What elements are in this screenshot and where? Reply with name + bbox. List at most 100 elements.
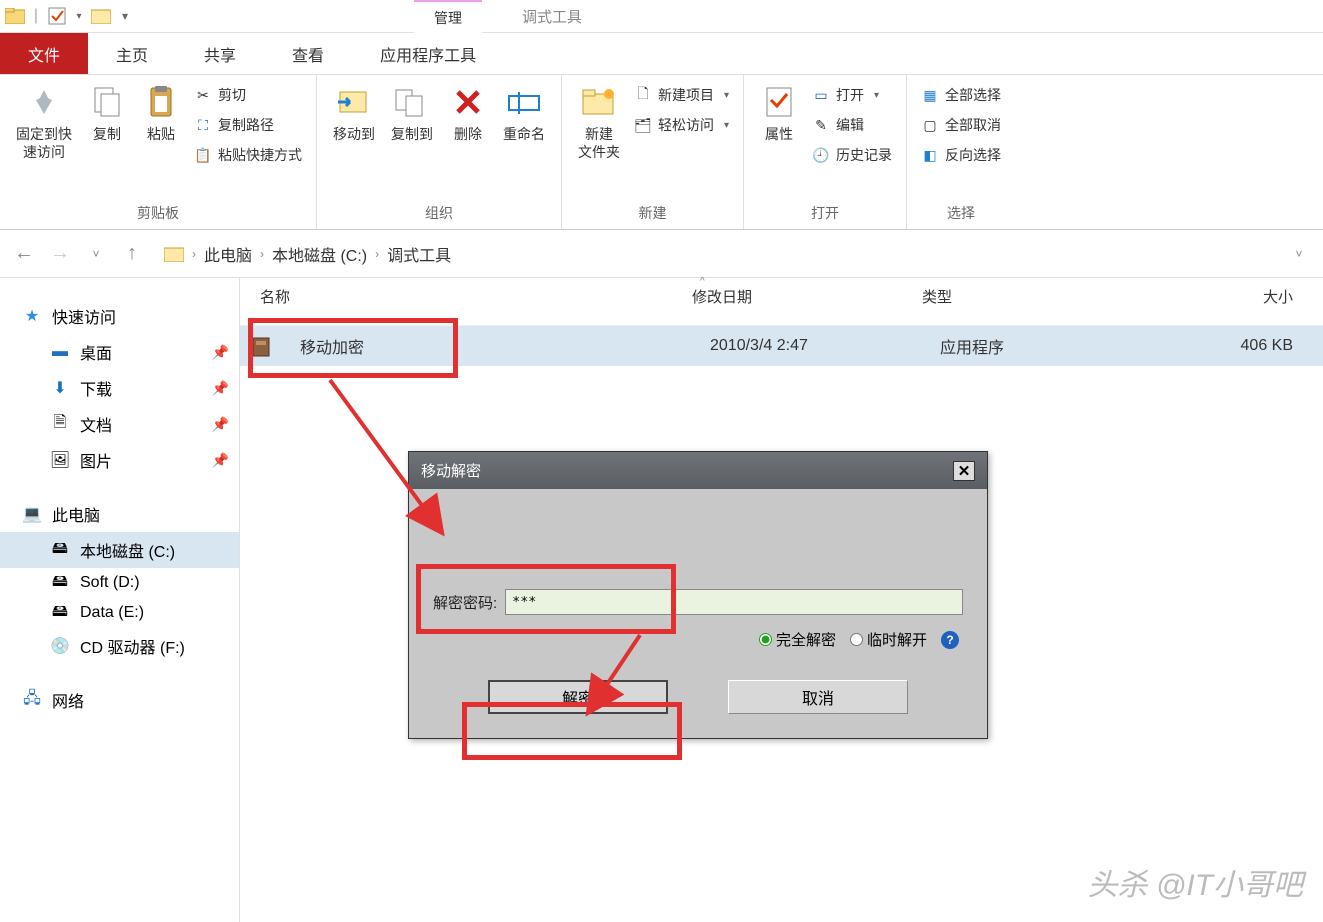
chevron-right-icon[interactable]: › (192, 247, 196, 261)
watermark: 头杀 @IT小哥吧 (1088, 860, 1303, 904)
history-button[interactable]: 🕘历史记录 (808, 143, 896, 167)
up-button[interactable]: ↑ (118, 240, 146, 268)
back-button[interactable]: ← (10, 240, 38, 268)
ribbon-tabs: 文件 主页 共享 查看 应用程序工具 (0, 33, 1323, 75)
crumb-local-disk[interactable]: 本地磁盘 (C:) (272, 242, 367, 266)
sidebar-soft-d[interactable]: 🖴Soft (D:) (0, 568, 239, 598)
radio-full-decrypt[interactable]: 完全解密 (759, 629, 836, 650)
invert-selection-button[interactable]: ◧反向选择 (917, 143, 1005, 167)
move-to-button[interactable]: 移动到 (327, 79, 381, 147)
copy-path-button[interactable]: ⛶复制路径 (190, 113, 306, 137)
qat-customize-icon[interactable]: ▾ (116, 1, 134, 31)
window-title: 调式工具 (522, 6, 582, 27)
tab-app-tools[interactable]: 应用程序工具 (352, 33, 504, 74)
document-icon: 🗎 (50, 415, 70, 433)
pin-to-quick-access-button[interactable]: 固定到快 速访问 (10, 79, 78, 165)
move-to-icon (335, 83, 373, 121)
sidebar: ★ 快速访问 ▬桌面📌 ⬇下载📌 🗎文档📌 🖼图片📌 💻此电脑 🖴本地磁盘 (C… (0, 278, 240, 922)
ribbon-group-clipboard: 固定到快 速访问 复制 粘贴 ✂剪切 ⛶复制路径 📋粘贴快捷方式 剪贴板 (0, 75, 317, 229)
rename-icon (505, 83, 543, 121)
decrypt-button[interactable]: 解密 (488, 680, 668, 714)
sidebar-downloads[interactable]: ⬇下载📌 (0, 370, 239, 406)
password-input[interactable] (505, 589, 963, 615)
chevron-right-icon[interactable]: › (375, 247, 379, 261)
sidebar-pictures[interactable]: 🖼图片📌 (0, 442, 239, 478)
help-icon[interactable]: ? (941, 631, 959, 649)
dialog-title-bar[interactable]: 移动解密 ✕ (409, 452, 987, 489)
dialog-title: 移动解密 (421, 460, 481, 481)
cancel-button[interactable]: 取消 (728, 680, 908, 714)
select-all-button[interactable]: ▦全部选择 (917, 83, 1005, 107)
cut-button[interactable]: ✂剪切 (190, 83, 306, 107)
list-header: 名称 修改日期 类型 大小 (240, 278, 1323, 326)
file-row[interactable]: 移动加密 2010/3/4 2:47 应用程序 406 KB (240, 326, 1323, 366)
qat-dropdown-icon[interactable]: ▾ (72, 1, 86, 31)
select-none-button[interactable]: ▢全部取消 (917, 113, 1005, 137)
sidebar-quick-access[interactable]: ★ 快速访问 (0, 298, 239, 334)
ribbon: 固定到快 速访问 复制 粘贴 ✂剪切 ⛶复制路径 📋粘贴快捷方式 剪贴板 移动到 (0, 75, 1323, 230)
delete-button[interactable]: 删除 (443, 79, 493, 147)
file-type: 应用程序 (928, 334, 1128, 358)
radio-temp-open[interactable]: 临时解开 (850, 629, 927, 650)
sidebar-local-disk-c[interactable]: 🖴本地磁盘 (C:) (0, 532, 239, 568)
invert-icon: ◧ (921, 146, 939, 164)
sidebar-data-e[interactable]: 🖴Data (E:) (0, 598, 239, 628)
folder-icon (0, 1, 30, 31)
nav-bar: ← → ˅ ↑ › 此电脑 › 本地磁盘 (C:) › 调式工具 ˅ (0, 230, 1323, 278)
pin-icon: 📌 (212, 416, 229, 433)
pin-icon: 📌 (212, 452, 229, 469)
paste-button[interactable]: 粘贴 (136, 79, 186, 147)
contextual-tab-manage[interactable]: 管理 (414, 0, 482, 34)
file-name: 移动加密 (280, 334, 698, 358)
easy-access-icon: 🗂 (634, 116, 652, 134)
recent-dropdown[interactable]: ˅ (82, 240, 110, 268)
history-icon: 🕘 (812, 146, 830, 164)
ribbon-group-new: 新建 文件夹 🗋新建项目▾ 🗂轻松访问▾ 新建 (562, 75, 744, 229)
star-icon: ★ (22, 307, 42, 325)
shortcut-icon: 📋 (194, 146, 212, 164)
tab-view[interactable]: 查看 (264, 33, 352, 74)
disk-icon: 🖴 (50, 604, 70, 622)
ribbon-group-open: 属性 ▭打开▾ ✎编辑 🕘历史记录 打开 (744, 75, 907, 229)
select-all-icon: ▦ (921, 86, 939, 104)
properties-qat-icon[interactable] (42, 1, 72, 31)
tab-share[interactable]: 共享 (176, 33, 264, 74)
column-size[interactable]: 大小 (1110, 286, 1323, 307)
new-item-button[interactable]: 🗋新建项目▾ (630, 83, 733, 107)
crumb-this-pc[interactable]: 此电脑 (204, 242, 252, 266)
tab-home[interactable]: 主页 (88, 33, 176, 74)
pin-icon (25, 83, 63, 121)
breadcrumb[interactable]: › 此电脑 › 本地磁盘 (C:) › 调式工具 (154, 236, 1277, 272)
edit-button[interactable]: ✎编辑 (808, 113, 896, 137)
address-dropdown[interactable]: ˅ (1285, 240, 1313, 268)
column-type[interactable]: 类型 (910, 286, 1110, 307)
column-date[interactable]: 修改日期 (680, 286, 910, 307)
tab-file[interactable]: 文件 (0, 33, 88, 74)
column-name[interactable]: 名称 (240, 286, 680, 307)
folder-qat-icon[interactable] (86, 1, 116, 31)
password-label: 解密密码: (433, 592, 497, 613)
ribbon-group-select: ▦全部选择 ▢全部取消 ◧反向选择 选择 (907, 75, 1015, 229)
sidebar-network[interactable]: 🖧网络 (0, 682, 239, 718)
sidebar-documents[interactable]: 🗎文档📌 (0, 406, 239, 442)
edit-icon: ✎ (812, 116, 830, 134)
sidebar-desktop[interactable]: ▬桌面📌 (0, 334, 239, 370)
copy-to-button[interactable]: 复制到 (385, 79, 439, 147)
forward-button[interactable]: → (46, 240, 74, 268)
rename-button[interactable]: 重命名 (497, 79, 551, 147)
crumb-current-folder[interactable]: 调式工具 (387, 242, 451, 266)
file-size: 406 KB (1128, 337, 1323, 355)
copy-button[interactable]: 复制 (82, 79, 132, 147)
disk-icon: 🖴 (50, 574, 70, 592)
sidebar-this-pc[interactable]: 💻此电脑 (0, 496, 239, 532)
open-button[interactable]: ▭打开▾ (808, 83, 896, 107)
easy-access-button[interactable]: 🗂轻松访问▾ (630, 113, 733, 137)
close-button[interactable]: ✕ (953, 461, 975, 481)
chevron-right-icon[interactable]: › (260, 247, 264, 261)
paste-shortcut-button[interactable]: 📋粘贴快捷方式 (190, 143, 306, 167)
qat-separator: | (30, 1, 42, 31)
properties-button[interactable]: 属性 (754, 79, 804, 147)
new-folder-button[interactable]: 新建 文件夹 (572, 79, 626, 165)
copy-icon (88, 83, 126, 121)
sidebar-cd-drive[interactable]: 💿CD 驱动器 (F:) (0, 628, 239, 664)
